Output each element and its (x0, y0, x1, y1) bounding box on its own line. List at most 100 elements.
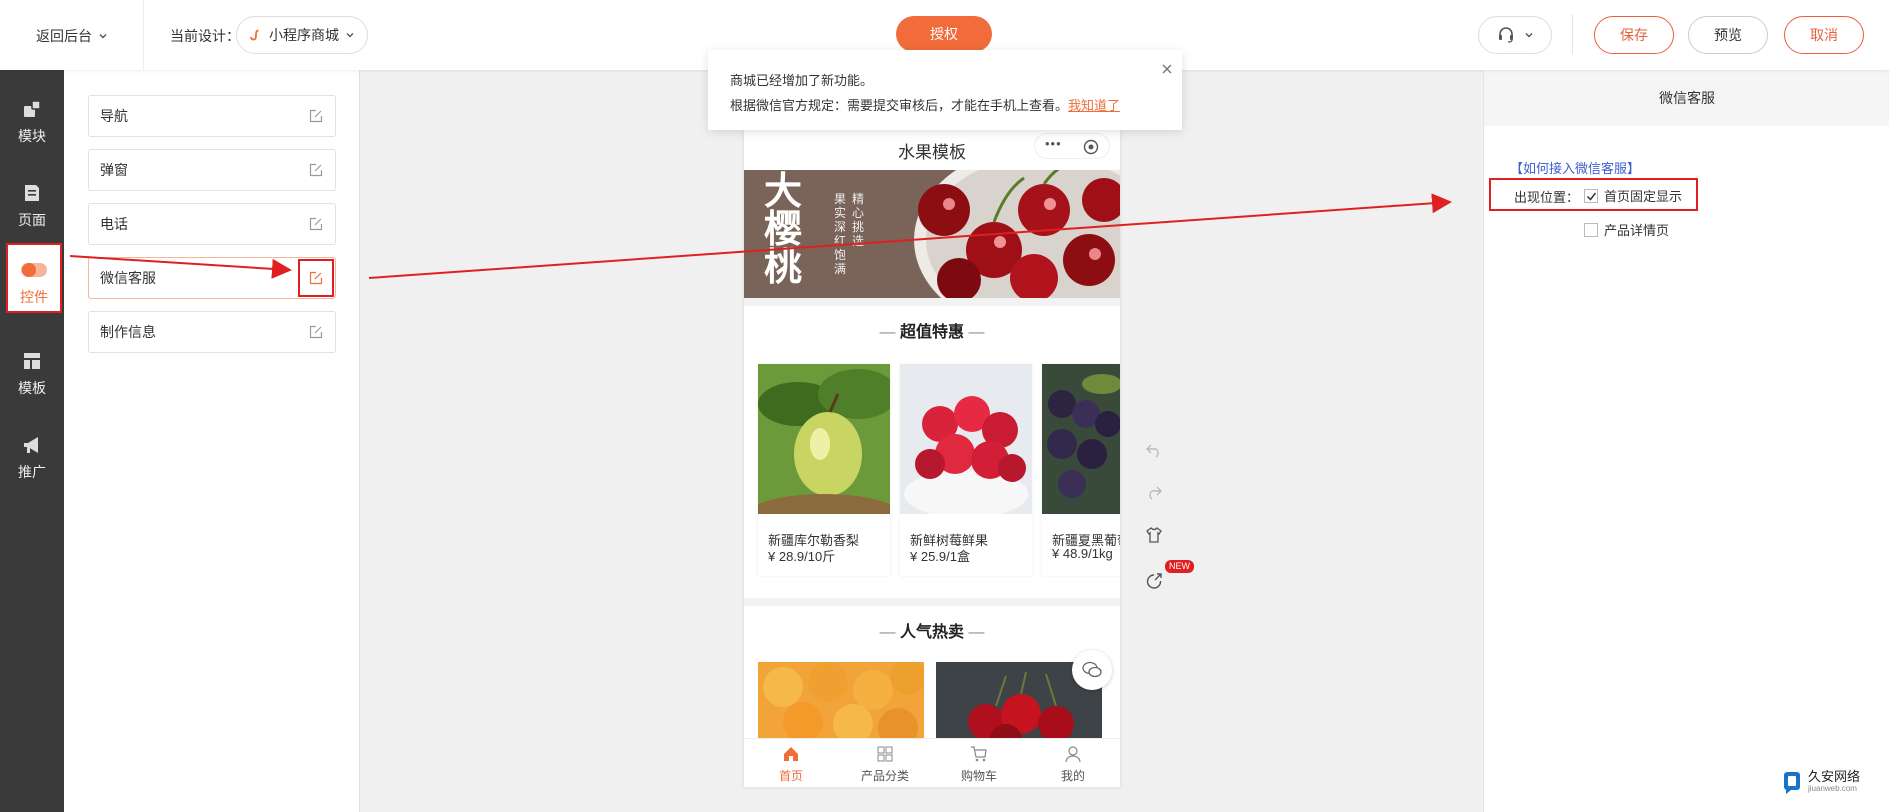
banner[interactable]: 大樱桃 精心挑选 果实深红饱满 (744, 170, 1120, 298)
chevron-down-icon (1525, 33, 1533, 38)
product-price: ¥ 28.9/10斤 (768, 549, 836, 564)
nav-label: 模块 (18, 128, 46, 144)
section-title: — 超值特惠 — (879, 324, 985, 341)
tab-label: 产品分类 (860, 769, 909, 783)
edit-icon[interactable] (309, 109, 323, 123)
tab-cart[interactable]: 购物车 (932, 739, 1026, 787)
app: 返回后台 当前设计： 小程序商城 授权 保存 预览 取消 模块 页面 控件 模板… (0, 0, 1889, 812)
current-design-label: 当前设计： (170, 28, 240, 44)
widget-wechat-service[interactable]: 微信客服 (88, 257, 336, 299)
close-icon[interactable] (1162, 64, 1172, 74)
design-name: 小程序商城 (269, 27, 339, 43)
toggle-icon (21, 263, 47, 277)
nav-item-promotion[interactable]: 推广 (0, 420, 64, 494)
left-nav: 模块 页面 控件 模板 推广 (0, 70, 64, 812)
authorize-button[interactable]: 授权 (896, 16, 992, 52)
notice-line-2: 根据微信官方规定：需要提交审核后，才能在手机上查看。我知道了 (730, 95, 1120, 114)
widget-label: 制作信息 (100, 324, 156, 340)
option-product-detail[interactable]: 产品详情页 (1584, 220, 1669, 239)
miniprogram-icon (250, 29, 259, 41)
tab-me[interactable]: 我的 (1026, 739, 1120, 787)
position-label: 出现位置： (1514, 190, 1580, 205)
widget-navigation[interactable]: 导航 (88, 95, 336, 137)
page-icon (25, 185, 39, 201)
edit-icon[interactable] (309, 325, 323, 339)
save-button[interactable]: 保存 (1594, 16, 1674, 54)
nav-item-templates[interactable]: 模板 (0, 336, 64, 410)
grid-icon (877, 746, 893, 762)
phone-header: 水果模板 ••• (744, 126, 1120, 170)
preview-button[interactable]: 预览 (1688, 16, 1768, 54)
chevron-down-icon (99, 34, 107, 39)
back-to-admin-button[interactable]: 返回后台 (36, 26, 108, 46)
more-icon: ••• (1045, 136, 1062, 151)
pear-photo (758, 364, 890, 514)
help-link[interactable]: 【如何接入微信客服】 (1510, 158, 1640, 177)
modules-icon (24, 100, 41, 117)
option-home-fixed[interactable]: 首页固定显示 (1584, 186, 1682, 205)
widget-panel: 导航 弹窗 电话 微信客服 制作信息 (64, 70, 360, 812)
checkmark-icon (1586, 192, 1597, 201)
option-label: 产品详情页 (1604, 223, 1670, 238)
nav-item-modules[interactable]: 模块 (0, 84, 64, 158)
watermark-name: 久安网络 (1808, 769, 1861, 784)
wechat-icon (1082, 661, 1102, 678)
widget-popup[interactable]: 弹窗 (88, 149, 336, 191)
settings-panel: 微信客服 【如何接入微信客服】 出现位置： 首页固定显示 产品详情页 久安网络 … (1483, 70, 1889, 812)
redo-icon[interactable] (1145, 483, 1163, 501)
phone-tab-bar: 首页 产品分类 购物车 我的 (744, 738, 1120, 787)
apricot-photo[interactable] (758, 662, 924, 748)
watermark: 久安网络 jiuanweb.com (1782, 770, 1860, 794)
edit-icon[interactable] (309, 271, 323, 285)
capsule-menu[interactable]: ••• (1034, 133, 1110, 159)
divider (1572, 14, 1573, 54)
deals-section: — 超值特惠 — 新疆库尔勒香梨 ¥ 28.9/10斤 新鲜树莓鲜果 ¥ 25.… (744, 306, 1120, 598)
nav-label: 页面 (18, 212, 46, 228)
grape-photo (1042, 364, 1120, 514)
back-label: 返回后台 (36, 28, 92, 44)
cart-icon (971, 746, 987, 762)
widget-label: 微信客服 (100, 270, 156, 286)
shirt-icon[interactable] (1145, 526, 1163, 544)
chevron-down-icon (346, 33, 354, 38)
section-title-text: 人气热卖 (899, 624, 964, 641)
undo-icon[interactable] (1145, 441, 1163, 459)
wechat-service-float[interactable] (1072, 650, 1112, 690)
nav-label: 推广 (18, 464, 46, 480)
widget-credits[interactable]: 制作信息 (88, 311, 336, 353)
share-icon[interactable] (1145, 572, 1163, 590)
cancel-button[interactable]: 取消 (1784, 16, 1864, 54)
tab-category[interactable]: 产品分类 (838, 739, 932, 787)
support-button[interactable] (1478, 16, 1552, 54)
edit-icon[interactable] (309, 217, 323, 231)
got-it-link[interactable]: 我知道了 (1068, 98, 1120, 113)
tab-label: 购物车 (960, 769, 997, 783)
checkbox-checked[interactable] (1584, 188, 1598, 203)
tab-home[interactable]: 首页 (744, 739, 838, 787)
nav-label: 模板 (18, 380, 46, 396)
checkbox-unchecked[interactable] (1584, 222, 1598, 237)
product-price: ¥ 48.9/1kg (1052, 546, 1113, 561)
megaphone-icon (24, 437, 38, 453)
product-card[interactable]: 新疆夏黑葡萄 ¥ 48.9/1kg (1042, 364, 1120, 576)
user-icon (1065, 746, 1081, 763)
section-title-text: 超值特惠 (899, 324, 964, 341)
new-badge: NEW (1165, 560, 1194, 573)
nav-item-pages[interactable]: 页面 (0, 168, 64, 242)
phone-preview: 水果模板 ••• 大樱桃 精心挑选 果实深红饱满 — 超值特惠 — 新疆库尔勒香… (744, 126, 1120, 787)
product-price: ¥ 25.9/1盒 (910, 549, 970, 564)
design-select[interactable]: 小程序商城 (236, 16, 368, 54)
product-card[interactable]: 新鲜树莓鲜果 ¥ 25.9/1盒 (900, 364, 1032, 576)
banner-big-text: 大樱桃 (764, 170, 803, 289)
nav-label: 控件 (20, 289, 48, 305)
banner-small-text-2: 果实深红饱满 (834, 192, 847, 276)
notice-line-2-text: 根据微信官方规定：需要提交审核后，才能在手机上查看。 (730, 98, 1069, 113)
nav-item-controls[interactable]: 控件 (6, 243, 62, 313)
brand-logo-icon (1784, 772, 1800, 794)
option-label: 首页固定显示 (1604, 189, 1683, 204)
home-icon (784, 747, 798, 761)
widget-phone[interactable]: 电话 (88, 203, 336, 245)
divider (143, 0, 144, 70)
edit-icon[interactable] (309, 163, 323, 177)
product-card[interactable]: 新疆库尔勒香梨 ¥ 28.9/10斤 (758, 364, 890, 576)
